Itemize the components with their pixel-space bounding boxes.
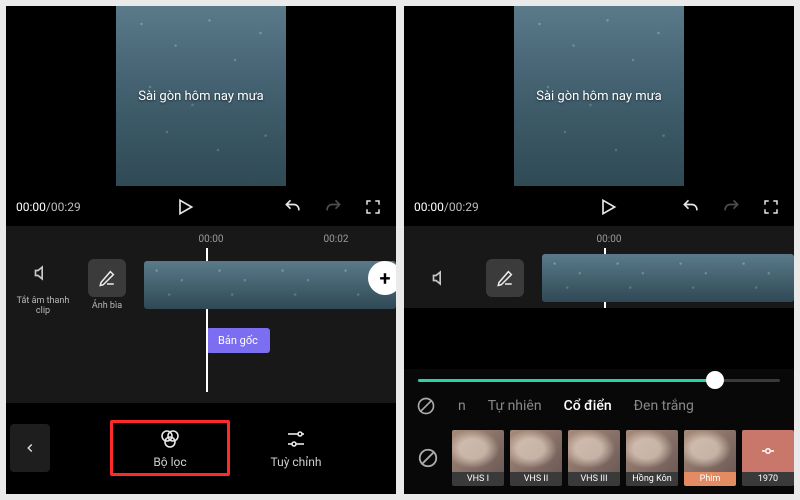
video-clip[interactable] <box>542 254 794 302</box>
filter-thumbnails-row: VHS I VHS II VHS III Hồng Kôn Phim 1970 <box>404 430 794 486</box>
filter-category-partial[interactable]: n <box>458 398 466 414</box>
mute-clip-button[interactable] <box>414 259 468 297</box>
cover-label: Ảnh bìa <box>92 301 122 311</box>
mute-clip-button[interactable]: Tắt âm thanh clip <box>16 254 70 316</box>
preview-caption: Sài gòn hôm nay mưa <box>536 89 662 104</box>
editor-screenshot-right: Sài gòn hôm nay mưa 00:00/00:29 00:00 <box>404 6 794 494</box>
ruler-tick: 00:02 <box>324 234 349 245</box>
undo-button[interactable] <box>678 194 704 220</box>
ruler-tick: 00:00 <box>199 234 224 245</box>
filter-tool-label: Bộ lọc <box>153 455 186 469</box>
back-button[interactable] <box>10 424 50 472</box>
editor-screenshot-left: Sài gòn hôm nay mưa 00:00/00:29 00:00 00… <box>6 6 396 494</box>
video-clip[interactable] <box>144 261 396 309</box>
time-ruler: 00:00 00:02 <box>6 234 396 248</box>
filter-category-natural[interactable]: Tự nhiên <box>488 398 542 414</box>
cover-button[interactable] <box>478 259 532 297</box>
audio-track: Bản gốc <box>6 322 396 365</box>
player-controls: 00:00/00:29 <box>6 186 396 226</box>
video-track <box>404 248 794 308</box>
fullscreen-button[interactable] <box>758 194 784 220</box>
ruler-tick: 00:00 <box>597 234 622 245</box>
timeline: 00:00 <box>404 226 794 308</box>
filter-intensity-slider[interactable] <box>404 379 794 382</box>
filter-icon <box>158 427 182 451</box>
timeline: 00:00 00:02 Tắt âm thanh clip Ảnh bìa + <box>6 226 396 403</box>
filter-thumb-vhs1[interactable]: VHS I <box>452 430 504 486</box>
video-preview[interactable]: Sài gòn hôm nay mưa <box>514 6 684 186</box>
none-category-icon[interactable] <box>416 396 436 416</box>
time-total: 00:29 <box>51 200 81 214</box>
filter-category-tabs: n Tự nhiên Cổ điển Đen trắng <box>404 396 794 416</box>
filter-thumb-phim[interactable]: Phim <box>684 430 736 486</box>
audio-clip-original[interactable]: Bản gốc <box>206 328 270 353</box>
time-total: 00:29 <box>449 200 479 214</box>
redo-button[interactable] <box>718 194 744 220</box>
video-preview-area: Sài gòn hôm nay mưa <box>6 6 396 186</box>
time-current: 00:00 <box>16 200 46 214</box>
slider-handle[interactable] <box>706 371 724 389</box>
filter-category-classic[interactable]: Cổ điển <box>564 398 612 414</box>
redo-button[interactable] <box>320 194 346 220</box>
mute-icon <box>422 259 460 297</box>
filter-panel: n Tự nhiên Cổ điển Đen trắng VHS I VHS I… <box>404 369 794 494</box>
cover-button[interactable]: Ảnh bìa <box>80 259 134 311</box>
filter-none-button[interactable] <box>410 430 446 486</box>
playback-time: 00:00/00:29 <box>414 200 479 214</box>
undo-button[interactable] <box>280 194 306 220</box>
mute-icon <box>24 254 62 292</box>
filter-thumb-hongkong[interactable]: Hồng Kôn <box>626 430 678 486</box>
fullscreen-button[interactable] <box>360 194 386 220</box>
time-current: 00:00 <box>414 200 444 214</box>
add-clip-button[interactable]: + <box>368 261 396 295</box>
filter-thumb-vhs2[interactable]: VHS II <box>510 430 562 486</box>
time-ruler: 00:00 <box>404 234 794 248</box>
adjust-tool-label: Tuỳ chỉnh <box>271 455 322 469</box>
playback-time: 00:00/00:29 <box>16 200 81 214</box>
video-preview[interactable]: Sài gòn hôm nay mưa <box>116 6 286 186</box>
preview-caption: Sài gòn hôm nay mưa <box>138 89 264 104</box>
edit-icon <box>88 259 126 297</box>
filter-category-bw[interactable]: Đen trắng <box>634 398 694 414</box>
video-preview-area: Sài gòn hôm nay mưa <box>404 6 794 186</box>
filter-thumb-1970[interactable]: 1970 <box>742 430 794 486</box>
player-controls: 00:00/00:29 <box>404 186 794 226</box>
adjust-icon <box>284 427 308 451</box>
edit-icon <box>486 259 524 297</box>
adjust-tool-button[interactable]: Tuỳ chỉnh <box>236 423 356 473</box>
filter-thumb-vhs3[interactable]: VHS III <box>568 430 620 486</box>
play-button[interactable] <box>172 194 198 220</box>
mute-clip-label: Tắt âm thanh clip <box>16 296 70 316</box>
filter-tool-button[interactable]: Bộ lọc <box>110 420 230 476</box>
toolbar-bottom: Bộ lọc Tuỳ chỉnh <box>6 414 396 494</box>
play-button[interactable] <box>595 194 621 220</box>
video-track: Tắt âm thanh clip Ảnh bìa + <box>6 248 396 322</box>
